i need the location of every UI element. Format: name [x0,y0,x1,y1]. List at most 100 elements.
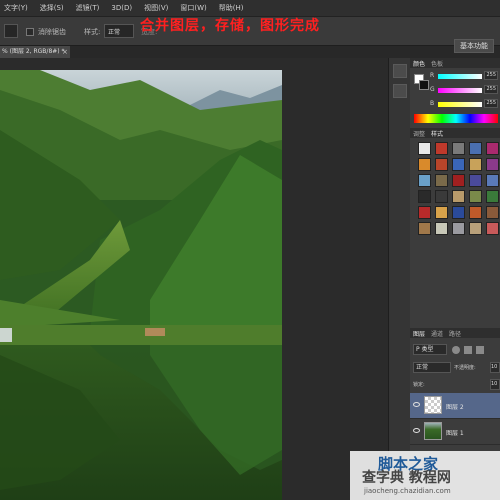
close-icon[interactable]: × [62,46,68,58]
style-swatch[interactable] [418,142,431,155]
collapsed-panel-strip [388,58,410,500]
style-select[interactable]: 正常 [104,24,134,38]
style-swatch[interactable] [452,222,465,235]
layer-kind-filter[interactable]: P 类型 [413,344,447,355]
red-value[interactable]: 255 [484,71,498,80]
tool-preset-picker[interactable] [4,24,18,38]
style-label: 样式: [84,28,101,36]
style-swatch[interactable] [469,158,482,171]
layer-row[interactable]: 图层 1 [410,419,500,445]
pixel-filter-icon[interactable] [452,346,460,354]
style-swatch[interactable] [452,142,465,155]
workspace-button[interactable]: 基本功能 [454,39,494,53]
style-swatch[interactable] [486,174,499,187]
style-swatch[interactable] [435,206,448,219]
green-label: G [430,86,435,93]
eye-icon[interactable] [413,402,420,407]
adjustment-filter-icon[interactable] [464,346,472,354]
blue-slider[interactable] [438,102,482,107]
antialias-label: 消除锯齿 [38,28,66,36]
green-channel-row: G 255 [410,84,500,98]
style-swatch[interactable] [486,158,499,171]
style-swatch[interactable] [469,142,482,155]
style-swatch[interactable] [418,174,431,187]
style-swatch[interactable] [418,158,431,171]
tab-adjustments[interactable]: 调整 [413,129,425,138]
tab-layers[interactable]: 图层 [413,329,425,338]
layer-row[interactable]: 图层 2 [410,393,500,419]
right-panel: 颜色 色板 R 255 G 255 B 255 调整 样式 图层 通道 路径 P… [410,58,500,500]
layers-panel-tabs: 图层 通道 路径 [410,328,500,338]
tab-channels[interactable]: 通道 [431,329,443,338]
style-swatch[interactable] [435,174,448,187]
layer-thumbnail [424,396,442,414]
blend-mode-select[interactable]: 正常 [413,362,451,373]
menu-bar: 文字(Y) 选择(S) 滤镜(T) 3D(D) 视图(V) 窗口(W) 帮助(H… [0,0,500,16]
style-swatch[interactable] [486,142,499,155]
style-swatch[interactable] [452,158,465,171]
menu-filter[interactable]: 滤镜(T) [76,3,100,13]
tutorial-caption: 合并图层，存储，图形完成 [140,18,320,34]
menu-view[interactable]: 视图(V) [144,3,168,13]
style-swatch[interactable] [418,190,431,203]
menu-select[interactable]: 选择(S) [40,3,64,13]
site-watermark: 脚本之家 查字典 教程网 jiaocheng.chazidian.com [350,451,500,500]
mountain-reflection-image [0,70,282,500]
color-spectrum-bar[interactable] [414,114,498,123]
green-value[interactable]: 255 [484,85,498,94]
style-swatch[interactable] [486,206,499,219]
style-swatch[interactable] [435,158,448,171]
layer-list: 图层 2 图层 1 [410,393,500,445]
type-filter-icon[interactable] [476,346,484,354]
style-swatch[interactable] [435,222,448,235]
style-swatch[interactable] [418,222,431,235]
tab-styles[interactable]: 样式 [431,129,443,138]
watermark-url: jiaocheng.chazidian.com [364,487,451,495]
styles-panel-tabs: 调整 样式 [410,128,500,138]
canvas-image[interactable] [0,70,282,500]
style-swatch[interactable] [452,174,465,187]
style-swatch[interactable] [435,142,448,155]
tab-swatches[interactable]: 色板 [431,59,443,68]
menu-3d[interactable]: 3D(D) [111,4,132,12]
canvas-area[interactable] [0,58,388,500]
opacity-label: 不透明度: [454,365,476,371]
color-panel: R 255 G 255 B 255 [410,68,500,128]
red-channel-row: R 255 [410,70,500,84]
antialias-checkbox[interactable] [26,28,34,36]
tab-color[interactable]: 颜色 [413,59,425,68]
layer-name: 图层 2 [446,404,464,411]
layers-panel: 图层 通道 路径 P 类型 正常 不透明度: 10 锁定: 10 [410,328,500,392]
style-swatch[interactable] [469,190,482,203]
eye-icon[interactable] [413,428,420,433]
menu-help[interactable]: 帮助(H) [219,3,244,13]
lock-label: 锁定: [413,382,425,388]
document-tab[interactable]: % (图层 2, RGB/8#) * [0,46,70,58]
menu-text[interactable]: 文字(Y) [4,3,28,13]
tab-paths[interactable]: 路径 [449,329,461,338]
menu-window[interactable]: 窗口(W) [180,3,206,13]
blue-label: B [430,100,435,107]
style-swatch[interactable] [469,222,482,235]
red-slider[interactable] [438,74,482,79]
style-swatch[interactable] [486,222,499,235]
style-swatch[interactable] [418,206,431,219]
opacity-value[interactable]: 10 [490,362,500,373]
style-swatch[interactable] [452,206,465,219]
layer-thumbnail [424,422,442,440]
style-swatch[interactable] [486,190,499,203]
fill-value[interactable]: 10 [490,379,500,390]
color-panel-tabs: 颜色 色板 [410,58,500,68]
style-swatch[interactable] [452,190,465,203]
style-swatch[interactable] [435,190,448,203]
actions-icon[interactable] [392,84,407,98]
green-slider[interactable] [438,88,482,93]
red-label: R [430,72,435,79]
style-swatch[interactable] [469,174,482,187]
blue-channel-row: B 255 [410,98,500,112]
blue-value[interactable]: 255 [484,99,498,108]
history-icon[interactable] [392,64,407,78]
style-swatch[interactable] [469,206,482,219]
style-select-value: 正常 [108,29,121,36]
watermark-site-name: 查字典 教程网 [362,470,451,486]
